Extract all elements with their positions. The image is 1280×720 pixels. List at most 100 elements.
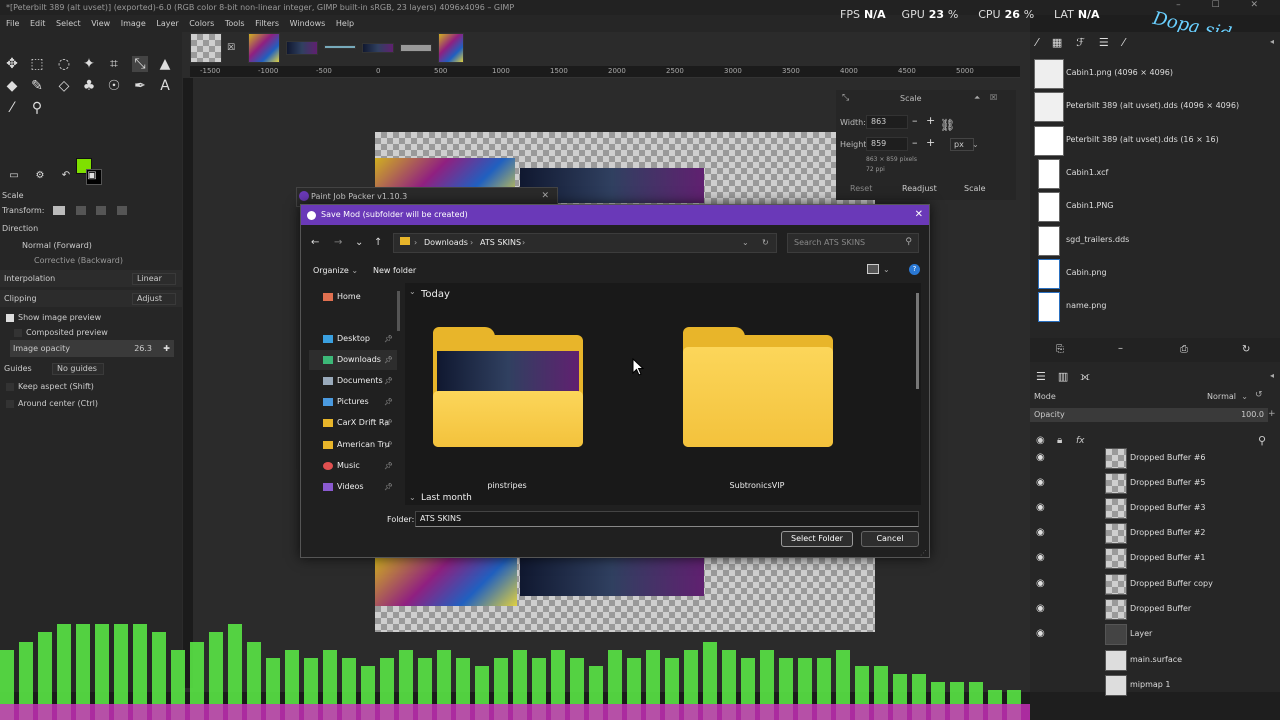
eye-icon[interactable]: ◉ [1036, 578, 1045, 589]
resize-grip-icon[interactable]: ⋰ [920, 549, 927, 557]
scale-dialog-up-icon[interactable]: ⏶ [974, 93, 980, 103]
layer-row[interactable]: ◉ Dropped Buffer #1 [1030, 546, 1280, 571]
image-tab-thumb[interactable] [248, 33, 280, 63]
layer-row[interactable]: ◉ Dropped Buffer #2 [1030, 521, 1280, 546]
breadcrumb-ats-skins[interactable]: ATS SKINS [480, 238, 521, 247]
unit-select[interactable]: px ⌄ [950, 138, 979, 151]
dock-menu-icon[interactable]: ◂ [1270, 371, 1274, 380]
print-icon[interactable]: ⎙ [1180, 344, 1188, 355]
search-input[interactable]: Search ATS SKINS ⚲ [787, 233, 919, 253]
transform-image-icon[interactable] [116, 206, 127, 215]
plus-icon[interactable]: + [1268, 409, 1276, 419]
chain-link-icon[interactable]: ⛓ [940, 118, 955, 132]
layer-row[interactable]: ◉ Dropped Buffer #3 [1030, 496, 1280, 521]
undo-history-icon[interactable]: ↶ [58, 168, 74, 184]
image-tab-thumb[interactable] [190, 33, 222, 63]
crop-icon[interactable]: ⌗ [106, 56, 122, 72]
sidebar-item-american-truck[interactable]: American Tru 📌︎ [309, 435, 397, 455]
plus-icon[interactable]: ✚ [163, 340, 170, 357]
paths-tab-icon[interactable]: ⟗ [1080, 370, 1102, 383]
reset-mode-icon[interactable]: ↺ [1255, 390, 1263, 400]
menu-windows[interactable]: Windows [290, 19, 326, 28]
menu-layer[interactable]: Layer [156, 19, 178, 28]
menu-edit[interactable]: Edit [30, 19, 46, 28]
sidebar-item-documents[interactable]: Documents 📌︎ [309, 371, 397, 391]
path-icon[interactable]: ✒ [132, 78, 148, 94]
menu-colors[interactable]: Colors [189, 19, 214, 28]
fuzzy-select-icon[interactable]: ✦ [81, 56, 97, 72]
picker-icon[interactable]: ⁄ [4, 100, 20, 116]
eraser-icon[interactable]: ◇ [56, 78, 72, 94]
transform-layer-icon[interactable] [53, 206, 66, 215]
eye-icon[interactable]: ◉ [1036, 628, 1045, 639]
window-controls[interactable]: – ☐ ✕ [1176, 0, 1272, 10]
address-bar[interactable]: › Downloads › ATS SKINS › ⌄ ↻ [393, 233, 777, 253]
image-item[interactable]: Cabin1.PNG [1032, 192, 1278, 222]
image-item[interactable]: Cabin.png [1032, 259, 1278, 289]
mode-select[interactable]: Normal ⌄ [1180, 390, 1250, 404]
sidebar-item-home[interactable]: Home [309, 287, 397, 307]
plus-icon[interactable]: + [926, 136, 935, 149]
eye-icon[interactable]: ◉ [1036, 603, 1045, 614]
folder-item[interactable] [433, 327, 583, 447]
close-tab-icon[interactable]: ☒ [227, 43, 235, 53]
refresh-icon[interactable]: ↻ [762, 238, 769, 247]
close-icon[interactable]: ✕ [541, 191, 549, 201]
image-tab-thumb[interactable] [362, 43, 394, 53]
brush-tab-icon[interactable]: ⁄ [1036, 36, 1052, 49]
pattern-tab-icon[interactable]: ▦ [1052, 36, 1076, 49]
transform-selection-icon[interactable] [75, 206, 86, 215]
image-tab-thumb[interactable] [438, 33, 464, 63]
warp-icon[interactable]: ▲ [157, 56, 173, 72]
chevron-down-icon[interactable]: ⌄ [409, 287, 416, 296]
around-center-checkbox[interactable]: Around center (Ctrl) [0, 395, 182, 412]
sidebar-item-downloads[interactable]: Downloads 📌︎ [309, 350, 397, 370]
view-mode-icon[interactable] [867, 264, 879, 274]
layer-row[interactable]: ◉ Dropped Buffer copy [1030, 572, 1280, 597]
width-field[interactable]: 863 [866, 115, 908, 129]
sidebar-item-carx[interactable]: CarX Drift Ra 📌︎ [309, 413, 397, 433]
close-icon[interactable]: ✕ [915, 205, 923, 225]
zoom-icon[interactable]: ⚲ [29, 100, 45, 116]
scrollbar[interactable] [397, 291, 400, 331]
direction-corrective-radio[interactable]: Corrective (Backward) [0, 252, 182, 269]
cancel-button[interactable]: Cancel [861, 531, 919, 547]
image-item[interactable]: Cabin1.png (4096 × 4096) [1032, 59, 1278, 89]
bucket-icon[interactable]: ◆ [4, 78, 20, 94]
new-folder-button[interactable]: New folder [373, 266, 416, 275]
chevron-down-icon[interactable]: ⌄ [742, 238, 749, 247]
menu-select[interactable]: Select [56, 19, 81, 28]
images-tab-icon[interactable]: ▣ [84, 168, 100, 184]
eye-icon[interactable]: ◉ [1036, 477, 1045, 488]
document-tab-icon[interactable]: ☰ [1099, 36, 1123, 49]
sidebar-item-desktop[interactable]: Desktop 📌︎ [309, 329, 397, 349]
image-tab-thumb[interactable] [286, 41, 318, 55]
image-item[interactable]: sgd_trailers.dds [1032, 226, 1278, 256]
forward-arrow-icon[interactable]: → [334, 237, 342, 248]
channels-tab-icon[interactable]: ▥ [1058, 370, 1080, 383]
chevron-down-icon[interactable]: ⌄ [883, 265, 890, 274]
refresh-icon[interactable]: ↻ [1242, 344, 1250, 355]
menu-view[interactable]: View [91, 19, 110, 28]
layers-tab-icon[interactable]: ☰ [1036, 370, 1058, 383]
menu-filters[interactable]: Filters [255, 19, 279, 28]
image-item[interactable]: name.png [1032, 292, 1278, 322]
image-item[interactable]: Peterbilt 389 (alt uvset).dds (16 × 16) [1032, 126, 1278, 156]
select-folder-button[interactable]: Select Folder [781, 531, 853, 547]
minus-icon[interactable]: – [912, 114, 918, 127]
image-tab-thumb[interactable] [400, 44, 432, 52]
image-tab-thumb[interactable] [324, 45, 356, 49]
scrollbar[interactable] [916, 293, 919, 389]
layer-row[interactable]: ◉ Layer [1030, 622, 1280, 647]
dock-menu-icon[interactable]: ◂ [1270, 37, 1274, 46]
sidebar-item-music[interactable]: Music 📌︎ [309, 456, 397, 476]
minus-icon[interactable]: – [1118, 343, 1123, 354]
up-arrow-icon[interactable]: ↑ [374, 237, 382, 248]
scale-button[interactable]: Scale [964, 182, 986, 196]
layer-row[interactable]: main.surface [1030, 648, 1280, 673]
minus-icon[interactable]: – [912, 136, 918, 149]
menu-image[interactable]: Image [121, 19, 146, 28]
folder-item[interactable] [683, 327, 833, 447]
scale-tool-icon[interactable]: ⤡ [132, 56, 148, 72]
height-field[interactable]: 859 [866, 137, 908, 151]
